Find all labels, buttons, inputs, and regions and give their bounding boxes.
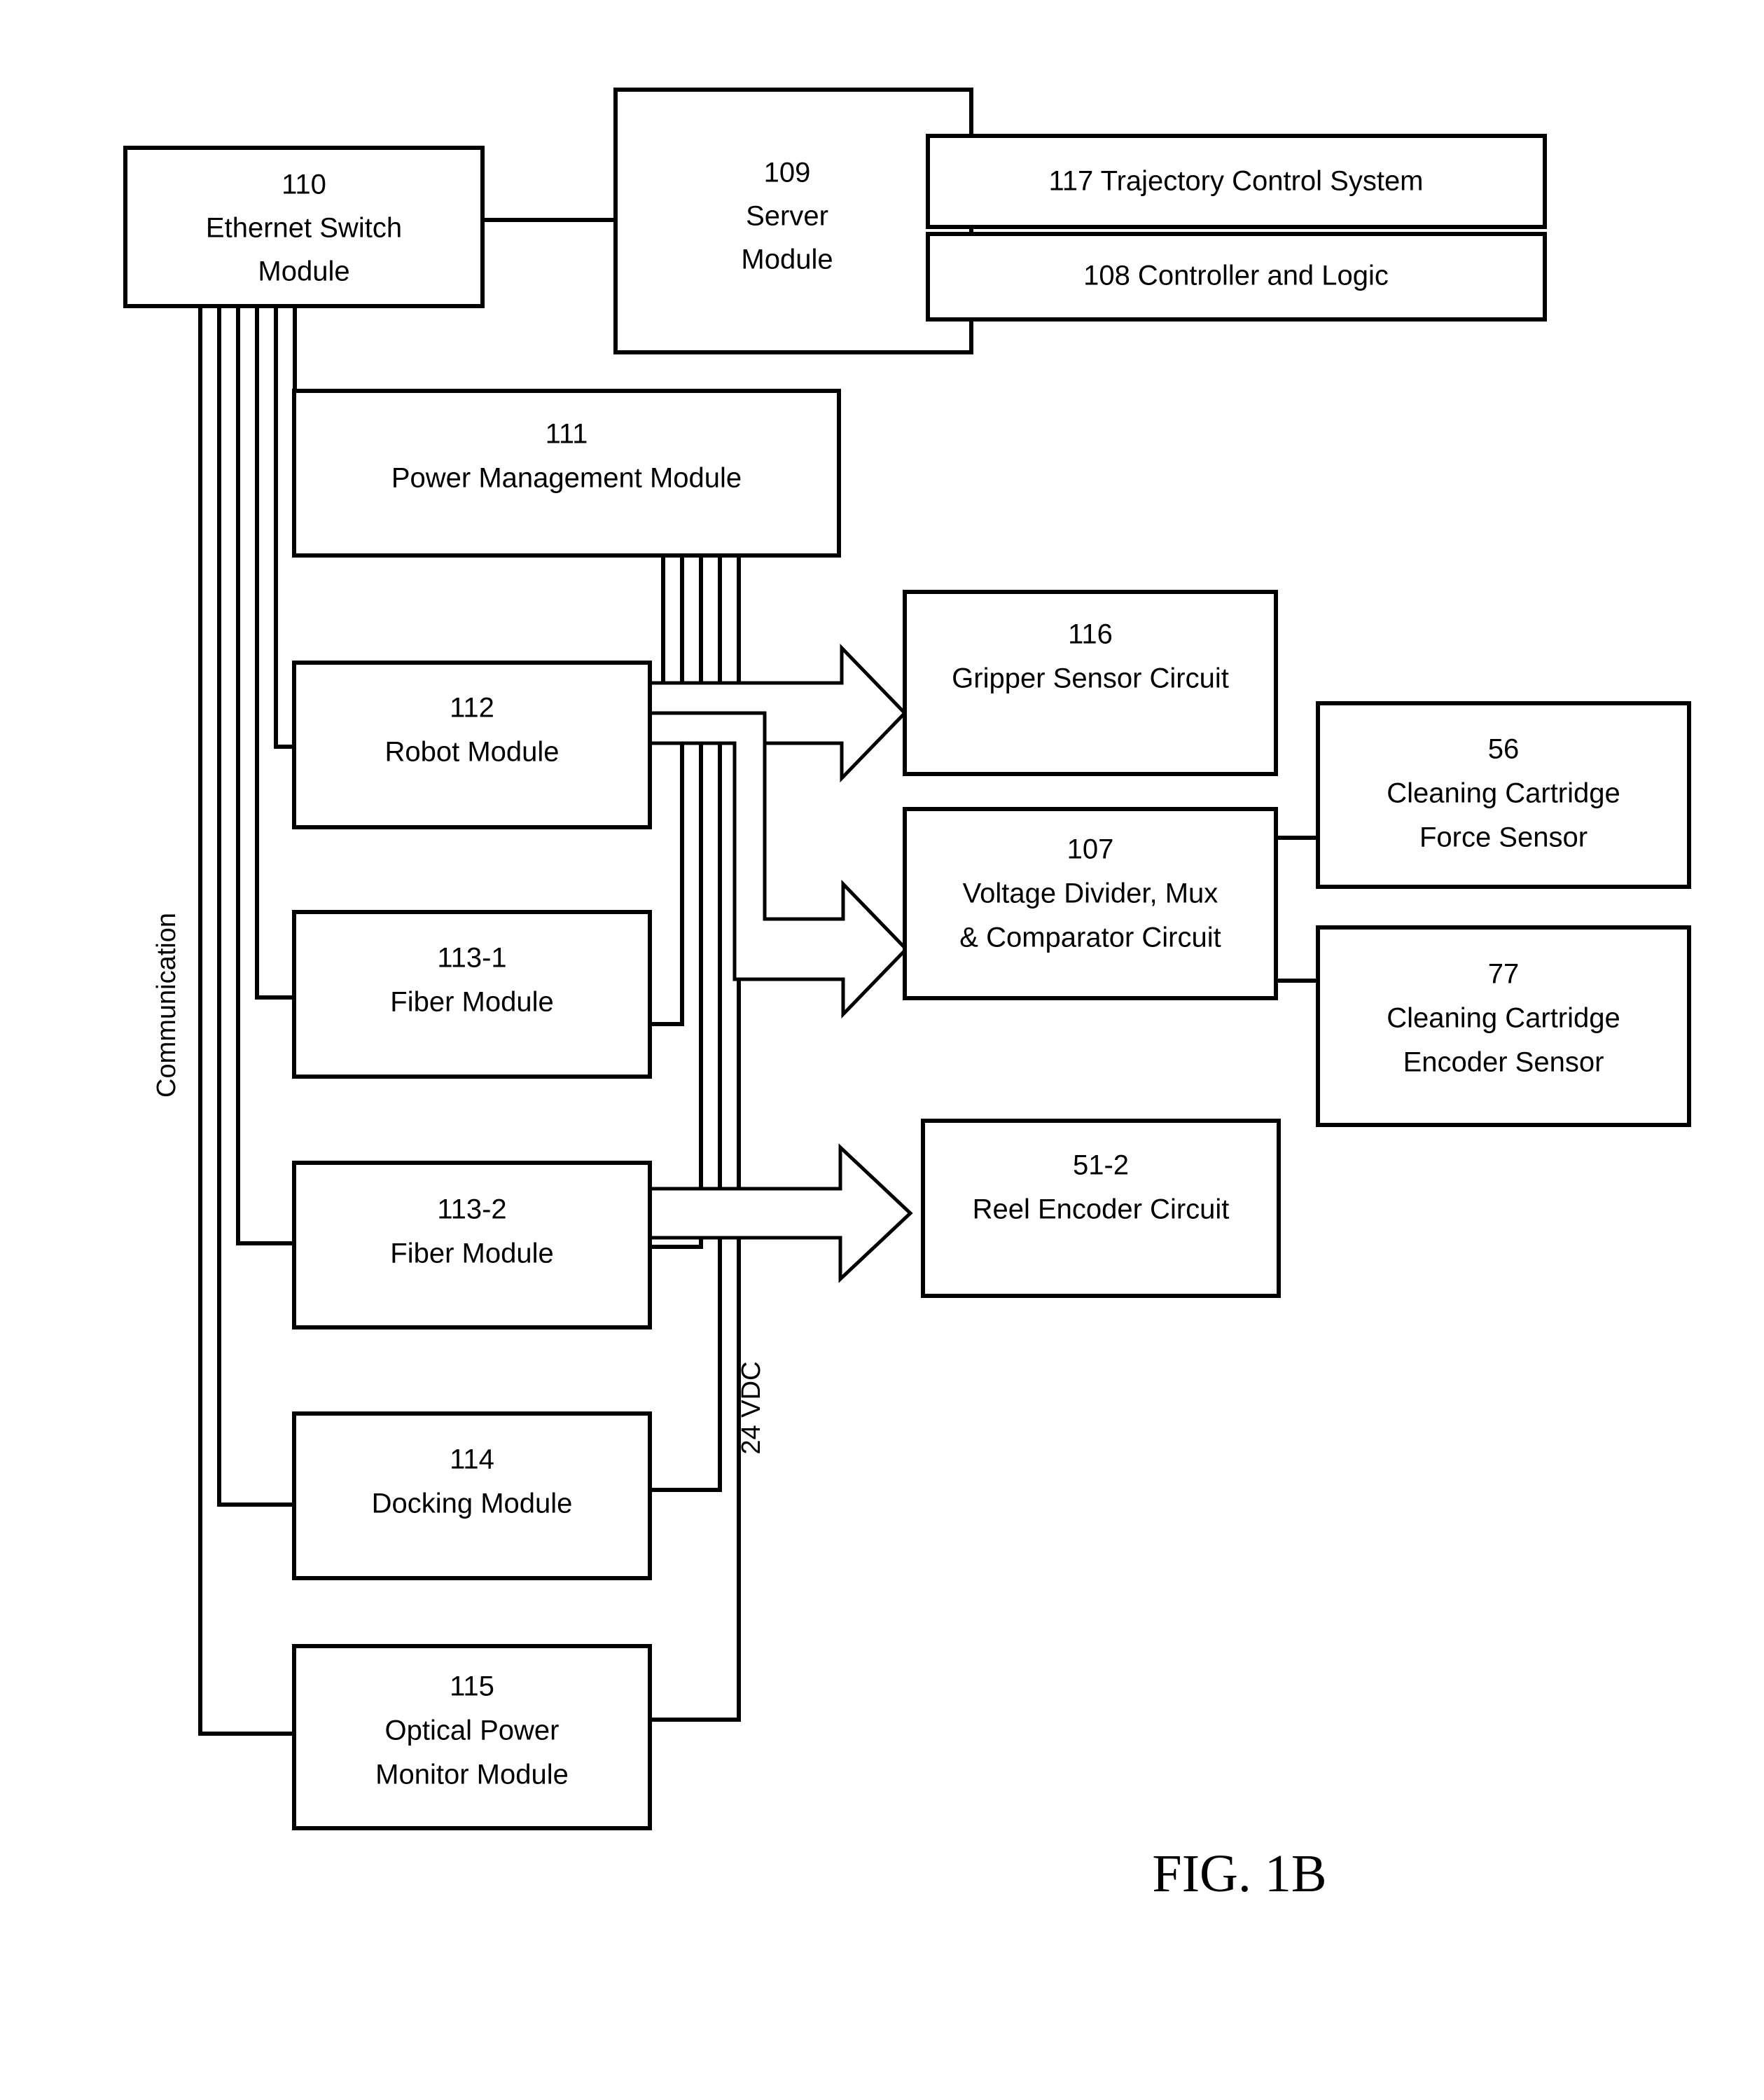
fiber-2-ref: 113-2 xyxy=(437,1194,506,1225)
figure-caption: FIG. 1B xyxy=(1152,1844,1326,1903)
encoder-sensor-line1: Cleaning Cartridge xyxy=(1387,1003,1620,1034)
fiber-1-ref: 113-1 xyxy=(437,943,506,974)
ethernet-switch-ref: 110 xyxy=(282,170,326,200)
force-sensor-line2: Force Sensor xyxy=(1419,822,1588,853)
fiber-1-line1: Fiber Module xyxy=(390,987,553,1018)
block-cleaning-cartridge-force-sensor[interactable]: 56 Cleaning Cartridge Force Sensor xyxy=(1316,701,1691,889)
reel-encoder-ref: 51-2 xyxy=(1073,1150,1129,1181)
docking-line1: Docking Module xyxy=(372,1488,573,1519)
comm-wire-optical-power xyxy=(198,306,294,1736)
communication-bus xyxy=(198,306,297,1736)
block-robot-module[interactable]: 112 Robot Module xyxy=(292,661,652,829)
power-mgmt-ref: 111 xyxy=(546,419,588,450)
comm-wire-fiber-2 xyxy=(236,306,294,1245)
power-mgmt-line1: Power Management Module xyxy=(391,463,742,494)
server-line2: Module xyxy=(741,244,833,275)
block-ethernet-switch-module[interactable]: 110 Ethernet Switch Module xyxy=(123,146,485,308)
block-power-management-module[interactable]: 111 Power Management Module xyxy=(292,389,841,558)
figure-1b: 110 Ethernet Switch Module 109 Server Mo… xyxy=(0,0,1764,2100)
controller-label: 108 Controller and Logic xyxy=(1083,261,1389,291)
server-ref: 109 xyxy=(764,158,811,188)
optical-power-ref: 115 xyxy=(450,1671,494,1702)
block-trajectory-control-system[interactable]: 117 Trajectory Control System xyxy=(926,134,1547,229)
block-optical-power-monitor-module[interactable]: 115 Optical Power Monitor Module xyxy=(292,1644,652,1830)
server-line1: Server xyxy=(746,201,828,232)
robot-line1: Robot Module xyxy=(384,737,559,768)
block-reel-encoder-circuit[interactable]: 51-2 Reel Encoder Circuit xyxy=(921,1119,1281,1298)
encoder-sensor-line2: Encoder Sensor xyxy=(1403,1047,1604,1078)
ethernet-switch-line2: Module xyxy=(258,256,349,287)
arrow-robot-to-voltage-divider xyxy=(648,711,909,1019)
communication-bus-label: Communication xyxy=(152,913,181,1098)
optical-power-line2: Monitor Module xyxy=(375,1760,569,1790)
reel-encoder-line1: Reel Encoder Circuit xyxy=(973,1194,1230,1225)
block-fiber-module-1[interactable]: 113-1 Fiber Module xyxy=(292,910,652,1079)
arrow-fiber2-to-reel-encoder xyxy=(648,1143,913,1283)
optical-power-line1: Optical Power xyxy=(385,1715,560,1746)
voltage-divider-line1: Voltage Divider, Mux xyxy=(963,878,1218,909)
power-wire-fiber-2 xyxy=(650,555,703,1249)
voltage-divider-line2: & Comparator Circuit xyxy=(959,923,1221,953)
comm-wire-robot xyxy=(274,306,294,749)
force-sensor-line1: Cleaning Cartridge xyxy=(1387,778,1620,809)
block-server-module[interactable]: 109 Server Module xyxy=(613,88,973,354)
power-bus-label: 24 VDC xyxy=(737,1361,766,1454)
docking-ref: 114 xyxy=(450,1444,494,1475)
robot-ref: 112 xyxy=(450,693,494,724)
power-wire-fiber-1 xyxy=(650,555,684,1026)
block-docking-module[interactable]: 114 Docking Module xyxy=(292,1411,652,1580)
block-gripper-sensor-circuit[interactable]: 116 Gripper Sensor Circuit xyxy=(903,590,1278,776)
force-sensor-ref: 56 xyxy=(1488,734,1520,765)
encoder-sensor-ref: 77 xyxy=(1488,959,1520,990)
ethernet-switch-line1: Ethernet Switch xyxy=(206,213,402,244)
block-diagram-canvas: 110 Ethernet Switch Module 109 Server Mo… xyxy=(123,88,1691,1903)
block-cleaning-cartridge-encoder-sensor[interactable]: 77 Cleaning Cartridge Encoder Sensor xyxy=(1316,925,1691,1127)
gripper-sensor-line1: Gripper Sensor Circuit xyxy=(952,663,1229,694)
gripper-sensor-ref: 116 xyxy=(1068,619,1113,650)
trajectory-label: 117 Trajectory Control System xyxy=(1048,166,1423,197)
fiber-2-line1: Fiber Module xyxy=(390,1238,553,1269)
voltage-divider-ref: 107 xyxy=(1067,834,1114,865)
block-fiber-module-2[interactable]: 113-2 Fiber Module xyxy=(292,1161,652,1329)
block-controller-and-logic[interactable]: 108 Controller and Logic xyxy=(926,232,1547,322)
block-voltage-divider-mux-comparator[interactable]: 107 Voltage Divider, Mux & Comparator Ci… xyxy=(903,807,1278,1000)
